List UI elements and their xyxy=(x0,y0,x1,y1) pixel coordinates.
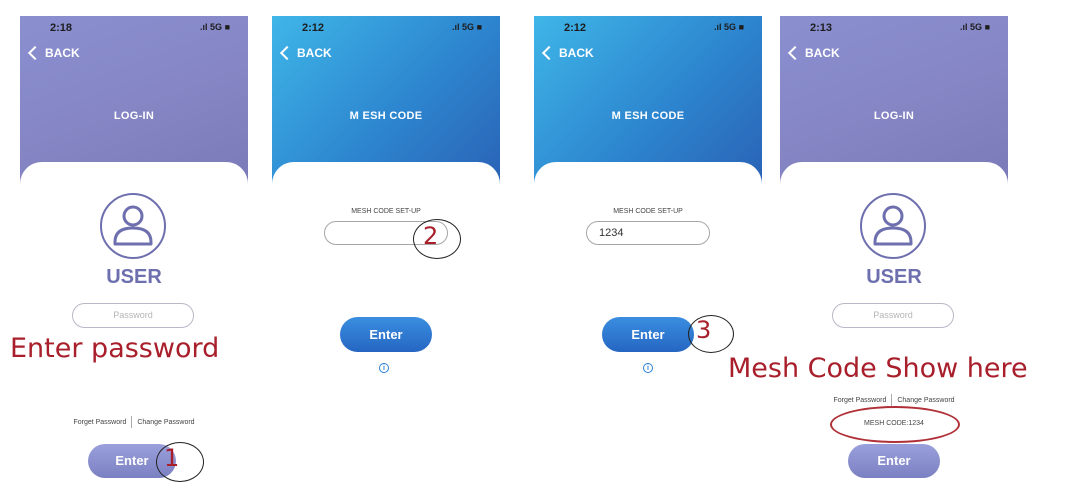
status-time: 2:18 xyxy=(50,22,73,34)
mesh-code-label: MESH CODE SET-UP xyxy=(613,208,683,215)
page-title: LOG-IN xyxy=(873,110,915,122)
signal-indicator: .ıl 5G ■ xyxy=(200,22,230,32)
header: 2:13 .ıl 5G ■ BACK LOG-IN xyxy=(780,16,1008,186)
enter-button[interactable]: Enter xyxy=(848,444,940,478)
password-input[interactable]: Password xyxy=(832,303,954,328)
header: 2:12 .ıl 5G ■ BACK M ESH CODE xyxy=(534,16,762,186)
status-bar: 2:13 .ıl 5G ■ xyxy=(780,22,1008,36)
signal-indicator: .ıl 5G ■ xyxy=(960,22,990,32)
back-button[interactable]: BACK xyxy=(279,45,332,61)
signal-indicator: .ıl 5G ■ xyxy=(714,22,744,32)
signal-indicator: .ıl 5G ■ xyxy=(452,22,482,32)
status-bar: 2:18 .ıl 5G ■ xyxy=(20,22,248,36)
status-time: 2:12 xyxy=(564,22,587,34)
change-password-link[interactable]: Change Password xyxy=(137,419,194,426)
divider xyxy=(131,416,133,428)
forget-password-link[interactable]: Forget Password xyxy=(73,419,126,426)
change-password-link[interactable]: Change Password xyxy=(897,397,954,404)
info-icon[interactable]: i xyxy=(643,363,653,373)
page-title: LOG-IN xyxy=(113,110,155,122)
account-links: Forget Password Change Password xyxy=(20,416,248,428)
info-icon[interactable]: i xyxy=(379,363,389,373)
annotation-enter-password: Enter password xyxy=(10,333,220,364)
chevron-left-icon xyxy=(27,45,43,61)
chevron-left-icon xyxy=(541,45,557,61)
user-avatar-icon xyxy=(100,193,166,259)
page-title: M ESH CODE xyxy=(611,110,685,122)
user-avatar-icon xyxy=(860,193,926,259)
highlight-ellipse xyxy=(830,406,960,443)
back-button[interactable]: BACK xyxy=(541,45,594,61)
status-bar: 2:12 .ıl 5G ■ xyxy=(272,22,500,36)
chevron-left-icon xyxy=(787,45,803,61)
mesh-code-label: MESH CODE SET-UP xyxy=(351,208,421,215)
back-button[interactable]: BACK xyxy=(27,45,80,61)
password-input[interactable]: Password xyxy=(72,303,194,328)
forget-password-link[interactable]: Forget Password xyxy=(833,397,886,404)
page-title: M ESH CODE xyxy=(349,110,423,122)
mesh-code-screen-2: 2:12 .ıl 5G ■ BACK M ESH CODE MESH CODE … xyxy=(534,16,762,499)
chevron-left-icon xyxy=(279,45,295,61)
step-number-1: 1 xyxy=(164,444,180,472)
user-label: USER xyxy=(106,266,162,288)
header: 2:12 .ıl 5G ■ BACK M ESH CODE xyxy=(272,16,500,186)
enter-button[interactable]: Enter xyxy=(602,317,694,352)
status-bar: 2:12 .ıl 5G ■ xyxy=(534,22,762,36)
account-links: Forget Password Change Password xyxy=(780,394,1008,406)
step-number-3: 3 xyxy=(696,316,712,344)
mesh-code-screen-1: 2:12 .ıl 5G ■ BACK M ESH CODE MESH CODE … xyxy=(272,16,500,499)
user-label: USER xyxy=(866,266,922,288)
header: 2:18 .ıl 5G ■ BACK LOG-IN xyxy=(20,16,248,186)
back-button[interactable]: BACK xyxy=(787,45,840,61)
step-number-2: 2 xyxy=(423,222,439,250)
divider xyxy=(891,394,893,406)
status-time: 2:13 xyxy=(810,22,833,34)
login-screen-1: 2:18 .ıl 5G ■ BACK LOG-IN USER Password … xyxy=(20,16,248,499)
enter-button[interactable]: Enter xyxy=(340,317,432,352)
annotation-mesh-code-show: Mesh Code Show here xyxy=(728,353,1028,384)
mesh-code-input[interactable]: 1234 xyxy=(586,221,710,245)
status-time: 2:12 xyxy=(302,22,325,34)
